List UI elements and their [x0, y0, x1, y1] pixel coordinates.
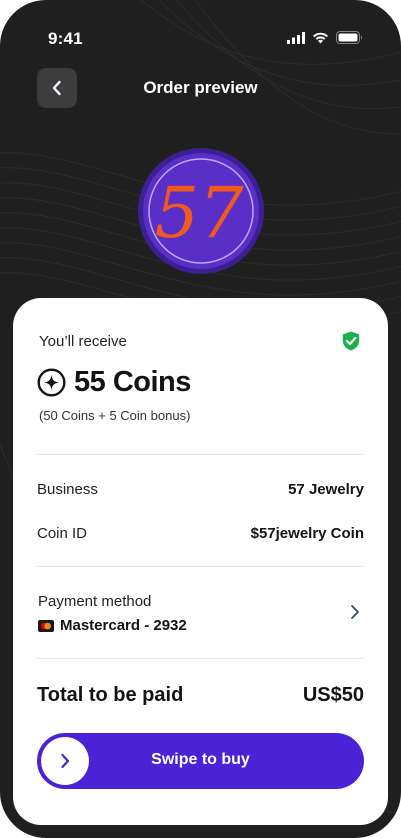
status-time: 9:41 — [48, 29, 83, 48]
total-label: Total to be paid — [37, 684, 184, 706]
coin-id-label: Coin ID — [37, 525, 88, 542]
swipe-label: Swipe to buy — [151, 751, 250, 768]
phone-screen: 9:41 Order preview 57 You’ll receive 55 … — [0, 0, 401, 838]
shield-check-icon — [342, 331, 360, 351]
mastercard-icon — [38, 619, 54, 632]
payment-method-label: Payment method — [38, 593, 152, 610]
divider — [37, 454, 364, 455]
coin-logo-text: 57 — [154, 172, 244, 254]
coin-amount-row: 55 Coins — [37, 366, 191, 399]
status-icons — [287, 31, 363, 44]
coin-id-value: $57jewelry Coin — [250, 525, 364, 542]
battery-icon — [336, 31, 362, 44]
coin-icon — [37, 368, 66, 397]
divider — [37, 658, 364, 659]
chevron-right-icon — [351, 605, 359, 619]
divider — [37, 566, 364, 567]
bonus-text: (50 Coins + 5 Coin bonus) — [39, 408, 191, 423]
coin-amount: 55 Coins — [74, 366, 191, 398]
business-label: Business — [37, 481, 98, 498]
status-bar: 9:41 — [0, 0, 401, 70]
total-value: US$50 — [302, 684, 364, 706]
order-card: You’ll receive 55 Coins (50 Coins + 5 Co… — [13, 298, 388, 825]
cellular-signal-icon — [287, 31, 305, 44]
receive-label: You’ll receive — [39, 333, 127, 350]
swipe-to-buy-button[interactable]: Swipe to buy — [37, 733, 364, 789]
wifi-icon — [313, 32, 328, 43]
business-value: 57 Jewelry — [288, 481, 364, 498]
payment-method-row[interactable]: Payment method Mastercard - 2932 — [13, 582, 388, 652]
coin-logo: 57 — [138, 148, 264, 274]
payment-card: Mastercard - 2932 — [38, 617, 187, 634]
payment-card-text: Mastercard - 2932 — [60, 617, 187, 634]
page-title: Order preview — [143, 78, 258, 97]
